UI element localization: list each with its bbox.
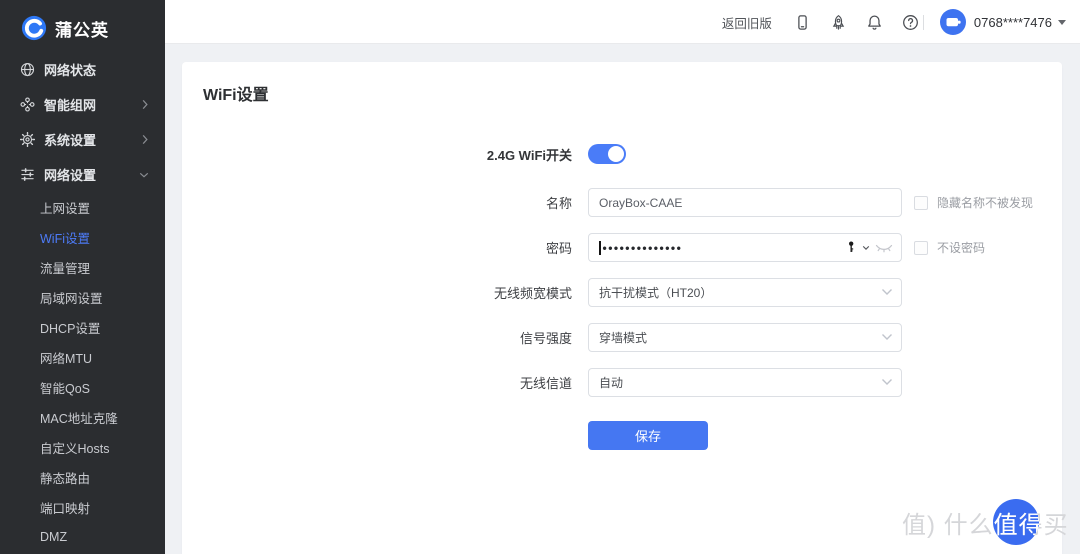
password-label: 密码	[182, 238, 572, 257]
toggle-knob	[608, 146, 624, 162]
sidebar-item-system-settings[interactable]: 系统设置	[0, 122, 165, 157]
sidebar-subitem-internet-settings[interactable]: 上网设置	[0, 192, 165, 222]
sidebar-subitem-custom-hosts[interactable]: 自定义Hosts	[0, 432, 165, 462]
signal-row: 信号强度 穿墙模式	[182, 323, 1062, 352]
subitem-label: 智能QoS	[40, 378, 90, 397]
signal-label: 信号强度	[182, 328, 572, 347]
globe-icon	[20, 62, 35, 77]
wifi-switch-toggle[interactable]	[588, 144, 626, 164]
chevron-down-icon	[881, 377, 893, 387]
no-password-label: 不设密码	[937, 239, 985, 256]
account-number[interactable]: 0768****7476	[974, 15, 1052, 30]
account-caret-icon[interactable]	[1058, 20, 1066, 25]
subitem-label: MAC地址克隆	[40, 408, 118, 427]
dandelion-logo-icon	[21, 15, 47, 41]
chevron-down-icon	[139, 171, 149, 179]
signal-select[interactable]: 穿墙模式	[588, 323, 902, 352]
brand-name: 蒲公英	[55, 16, 109, 41]
wifi-switch-row: 2.4G WiFi开关	[182, 142, 1062, 166]
subitem-label: 上网设置	[40, 198, 90, 217]
back-to-old-version-link[interactable]: 返回旧版	[722, 13, 772, 32]
wifi-settings-card: WiFi设置 2.4G WiFi开关 名称 OrayBox-CAAE 隐藏名称不…	[182, 62, 1062, 554]
mobile-phone-icon[interactable]	[794, 14, 811, 31]
bell-icon[interactable]	[866, 14, 883, 31]
floating-action-button[interactable]	[993, 499, 1039, 545]
hide-ssid-label: 隐藏名称不被发现	[937, 194, 1033, 211]
signal-value: 穿墙模式	[599, 329, 647, 346]
nodes-icon	[20, 97, 35, 112]
channel-select[interactable]: 自动	[588, 368, 902, 397]
sidebar-subitem-port-mapping[interactable]: 端口映射	[0, 492, 165, 522]
name-row: 名称 OrayBox-CAAE 隐藏名称不被发现	[182, 188, 1062, 217]
header-divider	[923, 15, 924, 30]
subitem-label: 端口映射	[40, 498, 90, 517]
subitem-label: WiFi设置	[40, 228, 90, 247]
sidebar-item-label: 网络设置	[44, 165, 96, 184]
sidebar-item-network-status[interactable]: 网络状态	[0, 52, 165, 87]
sidebar-item-label: 网络状态	[44, 60, 96, 79]
sidebar-subitem-static-route[interactable]: 静态路由	[0, 462, 165, 492]
sidebar-item-smart-networking[interactable]: 智能组网	[0, 87, 165, 122]
sidebar-subitem-dhcp-settings[interactable]: DHCP设置	[0, 312, 165, 342]
rocket-icon[interactable]	[830, 14, 847, 31]
top-header: 返回旧版 0768****7476	[165, 0, 1080, 44]
page-title: WiFi设置	[203, 81, 269, 105]
sidebar-subitem-traffic-management[interactable]: 流量管理	[0, 252, 165, 282]
key-icon[interactable]	[847, 240, 857, 255]
checkbox-box	[914, 196, 928, 210]
main-content: WiFi设置 2.4G WiFi开关 名称 OrayBox-CAAE 隐藏名称不…	[165, 44, 1080, 554]
subitem-label: 网络MTU	[40, 348, 92, 367]
wifi-switch-label: 2.4G WiFi开关	[182, 145, 572, 164]
sidebar-subitem-wifi-settings[interactable]: WiFi设置	[0, 222, 165, 252]
save-button[interactable]: 保存	[588, 421, 708, 450]
subitem-label: 静态路由	[40, 468, 90, 487]
gear-icon	[20, 132, 35, 147]
hide-ssid-checkbox[interactable]: 隐藏名称不被发现	[914, 194, 1033, 211]
bandwidth-label: 无线频宽模式	[182, 283, 572, 302]
subitem-label: 自定义Hosts	[40, 438, 109, 457]
sliders-icon	[20, 167, 35, 182]
password-adornments	[847, 233, 893, 262]
sidebar-item-label: 系统设置	[44, 130, 96, 149]
bandwidth-row: 无线频宽模式 抗干扰模式（HT20）	[182, 278, 1062, 307]
ssid-name-value: OrayBox-CAAE	[599, 196, 682, 210]
ssid-name-input[interactable]: OrayBox-CAAE	[588, 188, 902, 217]
sidebar-subitem-smart-qos[interactable]: 智能QoS	[0, 372, 165, 402]
channel-label: 无线信道	[182, 373, 572, 392]
chevron-down-icon	[881, 287, 893, 297]
sidebar-subnav: 上网设置 WiFi设置 流量管理 局域网设置 DHCP设置 网络MTU 智能Qo…	[0, 192, 165, 552]
sidebar-subitem-network-mtu[interactable]: 网络MTU	[0, 342, 165, 372]
bandwidth-select[interactable]: 抗干扰模式（HT20）	[588, 278, 902, 307]
chevron-down-icon[interactable]	[862, 245, 870, 251]
sidebar-subitem-lan-settings[interactable]: 局域网设置	[0, 282, 165, 312]
channel-row: 无线信道 自动	[182, 368, 1062, 397]
password-row: 密码 ••••••••••••••	[182, 233, 1062, 262]
subitem-label: 流量管理	[40, 258, 90, 277]
sidebar-item-label: 智能组网	[44, 95, 96, 114]
name-label: 名称	[182, 193, 572, 212]
subitem-label: DHCP设置	[40, 318, 100, 337]
sidebar: 蒲公英 网络状态 智能组网 系统设置	[0, 0, 165, 554]
bandwidth-value: 抗干扰模式（HT20）	[599, 284, 712, 301]
sidebar-subitem-mac-clone[interactable]: MAC地址克隆	[0, 402, 165, 432]
chevron-down-icon	[881, 332, 893, 342]
channel-value: 自动	[599, 374, 623, 391]
sidebar-nav: 网络状态 智能组网 系统设置	[0, 52, 165, 552]
sidebar-item-network-settings[interactable]: 网络设置	[0, 157, 165, 192]
header-actions: 返回旧版 0768****7476	[722, 0, 1066, 44]
checkbox-box	[914, 241, 928, 255]
no-password-checkbox[interactable]: 不设密码	[914, 239, 985, 256]
chevron-right-icon	[141, 99, 149, 110]
eye-closed-icon[interactable]	[875, 242, 893, 254]
sidebar-subitem-dmz[interactable]: DMZ	[0, 522, 165, 552]
subitem-label: DMZ	[40, 530, 67, 544]
subitem-label: 局域网设置	[40, 288, 103, 307]
chevron-right-icon	[141, 134, 149, 145]
password-masked-value: ••••••••••••••	[603, 242, 683, 254]
help-icon[interactable]	[902, 14, 919, 31]
brand-logo[interactable]: 蒲公英	[0, 0, 165, 46]
account-avatar[interactable]	[940, 9, 966, 35]
text-caret	[599, 241, 601, 255]
